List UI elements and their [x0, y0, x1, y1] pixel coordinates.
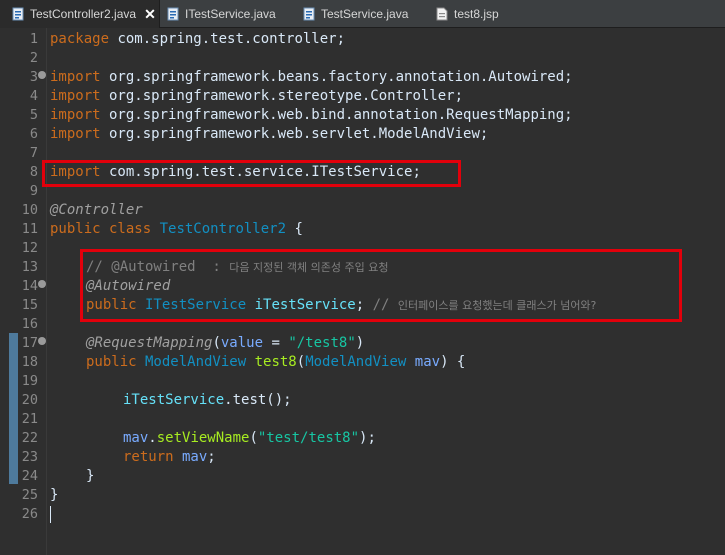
line-number: 23	[21, 449, 38, 465]
line-number: 24	[21, 468, 38, 484]
tab-test8-jsp[interactable]: test8.jsp	[436, 0, 499, 28]
tab-testcontroller2[interactable]: TestController2.java ✕	[0, 0, 160, 28]
highlight-box-import	[42, 160, 461, 187]
code-line-20: iTestService.test();	[123, 392, 292, 408]
line-number: 20	[21, 392, 38, 408]
tab-label: test8.jsp	[454, 7, 499, 21]
line-number: 6	[29, 126, 38, 142]
line-number: 19	[21, 373, 38, 389]
line-number: 3	[29, 69, 38, 85]
line-number: 18	[21, 354, 38, 370]
java-file-icon	[167, 7, 179, 21]
code-line-22: mav.setViewName("test/test8");	[123, 430, 376, 446]
code-line-10: @Controller	[50, 202, 143, 218]
code-line-3: import org.springframework.beans.factory…	[50, 69, 573, 85]
tab-label: TestService.java	[321, 7, 409, 21]
code-line-11: public class TestController2 {	[50, 221, 303, 237]
jsp-file-icon	[436, 7, 448, 21]
code-line-24: }	[86, 468, 95, 484]
text-cursor	[50, 506, 51, 523]
line-number: 17	[21, 335, 38, 351]
fold-marker-icon[interactable]	[38, 71, 46, 79]
line-number: 1	[29, 31, 38, 47]
code-line-25: }	[50, 487, 59, 503]
line-number: 9	[29, 183, 38, 199]
line-number: 11	[21, 221, 38, 237]
code-line-23: return mav;	[123, 449, 216, 465]
tab-itestservice[interactable]: ITestService.java	[167, 0, 276, 28]
close-icon[interactable]: ✕	[144, 6, 156, 23]
line-number: 13	[21, 259, 38, 275]
highlight-box-autowired	[80, 249, 682, 322]
line-number: 4	[29, 88, 38, 104]
java-file-icon	[12, 7, 24, 21]
code-line-6: import org.springframework.web.servlet.M…	[50, 126, 489, 142]
code-line-5: import org.springframework.web.bind.anno…	[50, 107, 573, 123]
line-number: 10	[21, 202, 38, 218]
code-line-4: import org.springframework.stereotype.Co…	[50, 88, 464, 104]
fold-marker-icon[interactable]	[38, 337, 46, 345]
line-number: 12	[21, 240, 38, 256]
line-number: 25	[21, 487, 38, 503]
line-number: 14	[21, 278, 38, 294]
line-number: 5	[29, 107, 38, 123]
line-number: 21	[21, 411, 38, 427]
line-number: 7	[29, 145, 38, 161]
line-number: 2	[29, 50, 38, 66]
fold-marker-icon[interactable]	[38, 280, 46, 288]
code-line-18: public ModelAndView test8(ModelAndView m…	[86, 354, 466, 370]
line-number: 22	[21, 430, 38, 446]
line-number: 26	[21, 506, 38, 522]
code-editor[interactable]: 1 2 3 4 5 6 7 8 9 10 11 12 13 14 15 16 1…	[0, 28, 725, 555]
line-number: 15	[21, 297, 38, 313]
code-line-17: @RequestMapping(value = "/test8")	[86, 335, 365, 351]
line-number: 16	[21, 316, 38, 332]
tab-label: ITestService.java	[185, 7, 276, 21]
tab-testservice[interactable]: TestService.java	[303, 0, 408, 28]
code-line-1: package com.spring.test.controller;	[50, 31, 346, 47]
code-area[interactable]: package com.spring.test.controller; impo…	[42, 28, 725, 555]
java-file-icon	[303, 7, 315, 21]
editor-tab-bar: TestController2.java ✕ ITestService.java…	[0, 0, 725, 28]
tab-label: TestController2.java	[30, 7, 137, 21]
line-number-gutter: 1 2 3 4 5 6 7 8 9 10 11 12 13 14 15 16 1…	[0, 28, 47, 555]
line-number: 8	[29, 164, 38, 180]
